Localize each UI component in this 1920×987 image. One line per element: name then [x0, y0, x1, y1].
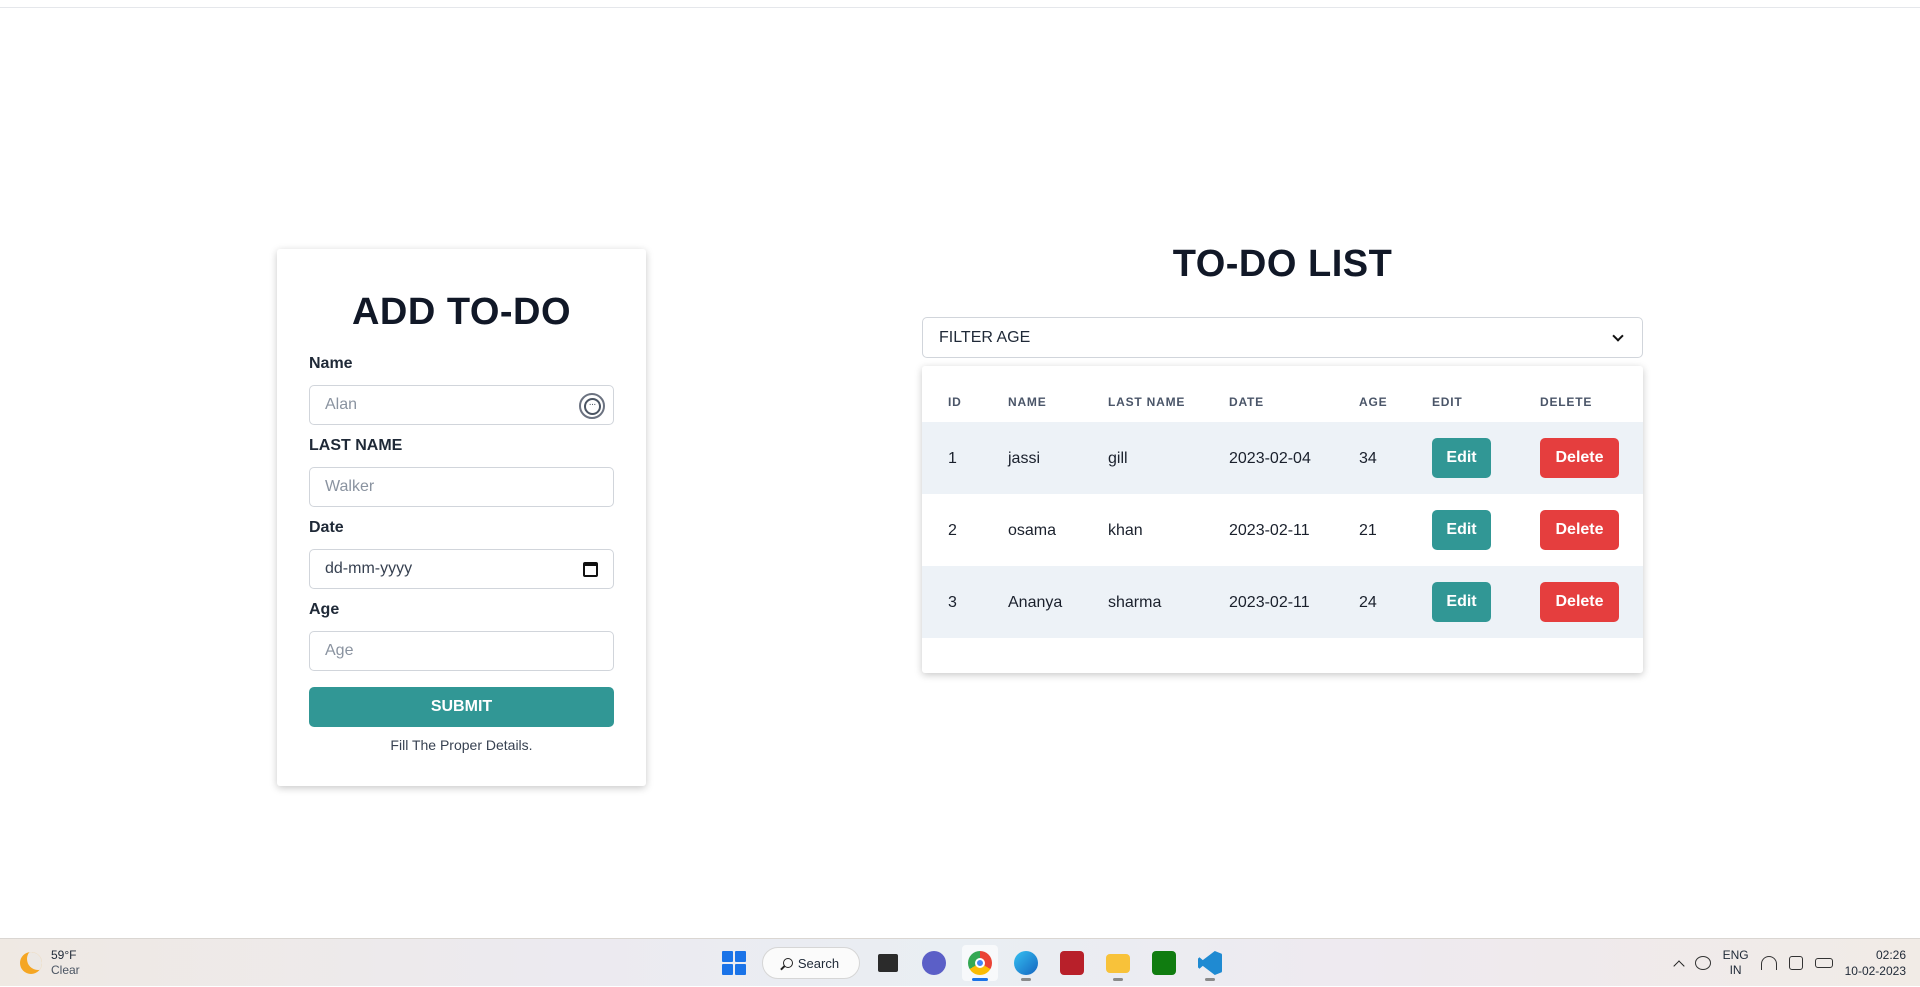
language-bottom: IN: [1729, 963, 1742, 977]
task-view-icon: [878, 954, 898, 972]
search-icon: [782, 958, 793, 968]
edit-button[interactable]: Edit: [1432, 438, 1491, 478]
todo-table: ID NAME LAST NAME DATE AGE EDIT DELETE 1…: [922, 366, 1643, 673]
column-header-last-name: LAST NAME: [1108, 395, 1186, 409]
calendar-icon[interactable]: [583, 561, 598, 577]
clock-date: 10-02-2023: [1844, 964, 1906, 978]
weather-condition: Clear: [51, 963, 80, 977]
app-red-icon: [1060, 951, 1084, 975]
browser-top-border: [0, 7, 1920, 8]
windows-start-icon: [722, 951, 746, 975]
cell-id: 3: [948, 594, 957, 611]
table-row: 3 Ananya sharma 2023-02-11 24 Edit Delet…: [922, 566, 1643, 638]
weather-widget[interactable]: 59°F Clear: [20, 948, 80, 978]
submit-button[interactable]: SUBMIT: [309, 687, 614, 727]
cell-id: 1: [948, 450, 957, 467]
clock[interactable]: 02:26 10-02-2023: [1845, 947, 1906, 979]
last-name-input[interactable]: [309, 467, 614, 507]
column-header-delete: DELETE: [1540, 395, 1593, 409]
filter-age-label: FILTER AGE: [939, 328, 1031, 346]
system-tray: ENG IN 02:26 10-02-2023: [1672, 939, 1920, 987]
age-label: Age: [309, 601, 340, 618]
edit-button[interactable]: Edit: [1432, 510, 1491, 550]
language-indicator[interactable]: ENG IN: [1723, 948, 1749, 978]
edit-button[interactable]: Edit: [1432, 582, 1491, 622]
show-hidden-icons-button[interactable]: [1672, 957, 1685, 972]
cell-age: 34: [1359, 450, 1377, 467]
cell-id: 2: [948, 522, 957, 539]
table-header: ID NAME LAST NAME DATE AGE EDIT DELETE: [922, 366, 1643, 422]
list-title: TO-DO LIST: [1172, 243, 1393, 285]
task-view-button[interactable]: [870, 945, 906, 981]
teams-icon: [922, 951, 946, 975]
wifi-icon[interactable]: [1760, 956, 1777, 970]
sync-icon[interactable]: [1694, 956, 1711, 970]
cell-date: 2023-02-04: [1229, 450, 1311, 467]
cell-name: osama: [1008, 522, 1057, 539]
column-header-edit: EDIT: [1432, 395, 1463, 409]
chevron-up-icon: [1672, 959, 1685, 972]
cell-last-name: sharma: [1108, 594, 1162, 611]
filter-age-select[interactable]: FILTER AGE: [922, 317, 1643, 358]
teams-button[interactable]: [916, 945, 952, 981]
edge-button[interactable]: [1008, 945, 1044, 981]
search-label: Search: [797, 955, 840, 971]
form-title: ADD TO-DO: [351, 291, 572, 333]
volume-icon[interactable]: [1788, 956, 1803, 970]
moon-icon: [20, 952, 42, 974]
cell-name: Ananya: [1008, 594, 1063, 611]
battery-icon[interactable]: [1814, 958, 1833, 968]
vscode-icon: [1198, 951, 1222, 975]
vscode-button[interactable]: [1192, 945, 1228, 981]
name-label: Name: [309, 355, 353, 372]
column-header-date: DATE: [1229, 395, 1264, 409]
taskbar-apps: Search: [716, 945, 1228, 981]
cell-last-name: khan: [1108, 522, 1143, 539]
language-top: ENG: [1722, 948, 1749, 962]
name-field-wrapper: ···: [277, 385, 646, 425]
taskbar-search[interactable]: Search: [762, 947, 860, 979]
xbox-icon: [1152, 951, 1176, 975]
cell-last-name: gill: [1108, 450, 1128, 467]
column-header-id: ID: [948, 395, 962, 409]
add-todo-card: ADD TO-DO Name ··· LAST NAME Date dd-mm-…: [277, 249, 646, 786]
chrome-icon: [968, 951, 992, 975]
delete-button[interactable]: Delete: [1540, 438, 1619, 478]
chevron-down-icon: [1612, 329, 1624, 342]
date-input[interactable]: dd-mm-yyyy: [309, 549, 614, 589]
cell-name: jassi: [1008, 450, 1041, 467]
helper-text: Fill The Proper Details.: [390, 737, 533, 753]
red-app-button[interactable]: [1054, 945, 1090, 981]
start-button[interactable]: [716, 945, 752, 981]
cell-age: 21: [1359, 522, 1377, 539]
cell-age: 24: [1359, 594, 1377, 611]
cell-date: 2023-02-11: [1229, 594, 1310, 611]
column-header-name: NAME: [1008, 395, 1047, 409]
last-name-label: LAST NAME: [309, 437, 403, 454]
cell-date: 2023-02-11: [1229, 522, 1310, 539]
xbox-button[interactable]: [1146, 945, 1182, 981]
weather-temperature: 59°F: [51, 948, 77, 962]
delete-button[interactable]: Delete: [1540, 582, 1619, 622]
file-explorer-button[interactable]: [1100, 945, 1136, 981]
date-label: Date: [309, 519, 344, 536]
age-input[interactable]: [309, 631, 614, 671]
delete-button[interactable]: Delete: [1540, 510, 1619, 550]
taskbar: 59°F Clear Search ENG IN 02:26 10-02-202…: [0, 938, 1920, 986]
date-placeholder: dd-mm-yyyy: [325, 560, 413, 577]
column-header-age: AGE: [1359, 395, 1388, 409]
edge-icon: [1014, 951, 1038, 975]
table-row: 2 osama khan 2023-02-11 21 Edit Delete: [922, 494, 1643, 566]
name-input[interactable]: [309, 385, 614, 425]
chrome-button[interactable]: [962, 945, 998, 981]
table-row: 1 jassi gill 2023-02-04 34 Edit Delete: [922, 422, 1643, 494]
password-manager-icon[interactable]: ···: [579, 393, 605, 419]
file-explorer-icon: [1106, 953, 1130, 973]
clock-time: 02:26: [1875, 948, 1906, 962]
